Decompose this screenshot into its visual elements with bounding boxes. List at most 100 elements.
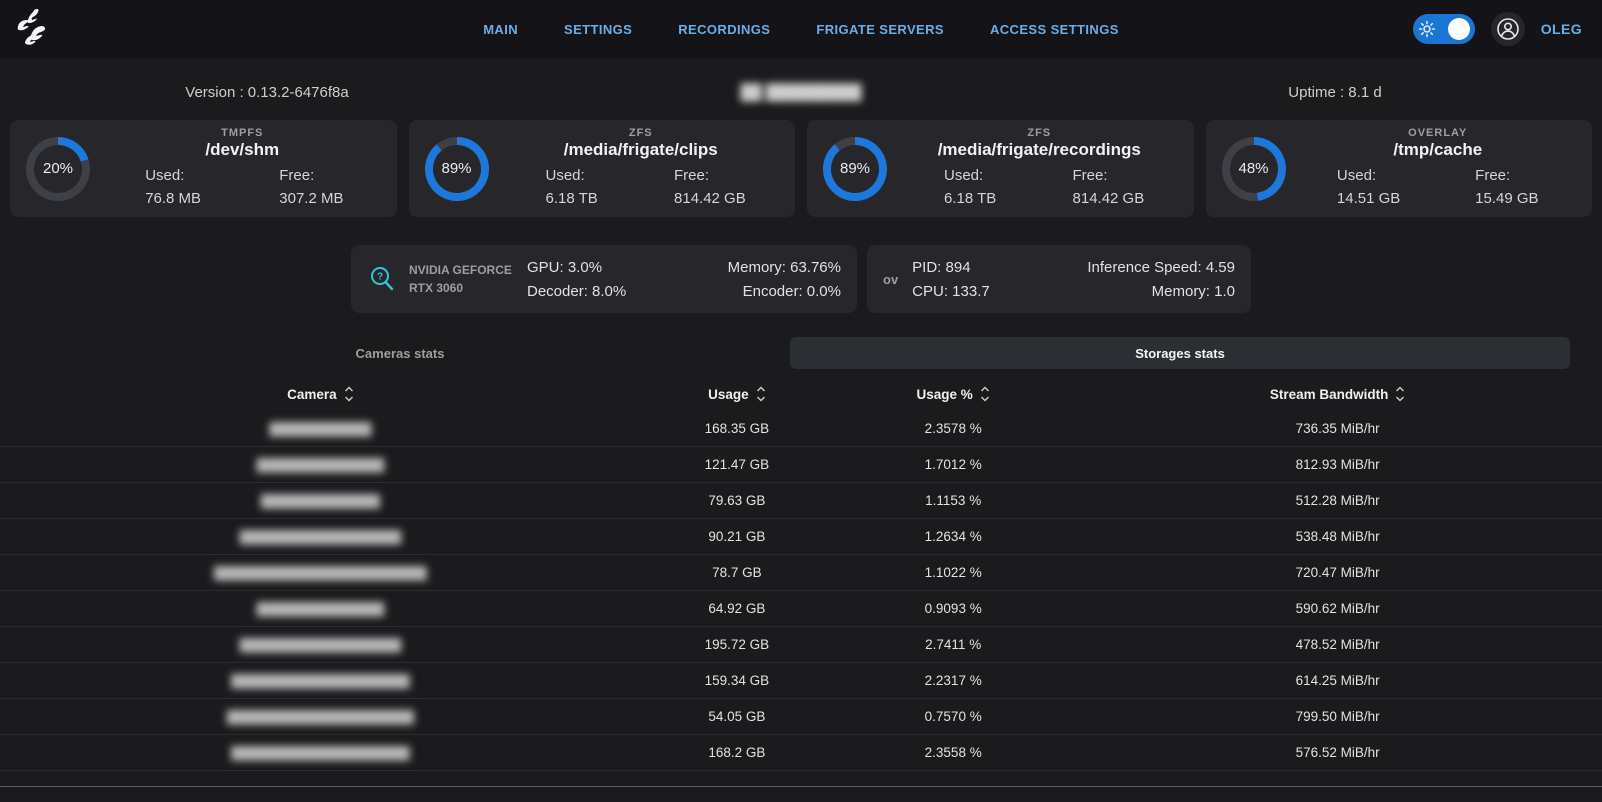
cell-name: ████████████ <box>0 422 641 436</box>
table-row: ███████████████████90.21 GB1.2634 %538.4… <box>0 519 1602 555</box>
fs-type-label: TMPFS <box>104 127 381 139</box>
tab-storages-stats[interactable]: Storages stats <box>790 337 1570 369</box>
used-stat: Used:6.18 TB <box>944 164 996 211</box>
gpu-encoder: Encoder: 0.0% <box>728 283 841 300</box>
cell-usage-percent: 2.7411 % <box>833 637 1073 652</box>
cell-bandwidth: 590.62 MiB/hr <box>1073 601 1602 616</box>
info-row: Version : 0.13.2-6476f8a ██ █████████ Up… <box>0 72 1602 112</box>
table-row: █████████████████████████78.7 GB1.1022 %… <box>0 555 1602 591</box>
detector-cpu: CPU: 133.7 <box>912 283 990 300</box>
detector-pid: PID: 894 <box>912 259 990 276</box>
cell-name: ██████████████ <box>0 494 641 508</box>
sort-icon <box>344 385 354 403</box>
server-name: ██ █████████ <box>534 84 1068 101</box>
toggle-knob <box>1448 18 1470 40</box>
mount-path: /media/frigate/clips <box>503 140 780 160</box>
table-row: █████████████████████168.2 GB2.3558 %576… <box>0 735 1602 771</box>
person-icon <box>1495 16 1521 42</box>
cell-name: ███████████████ <box>0 602 641 616</box>
cell-name: ███████████████████ <box>0 530 641 544</box>
cell-usage-percent: 2.3578 % <box>833 421 1073 436</box>
cell-usage: 79.63 GB <box>641 493 833 508</box>
free-stat: Free:814.42 GB <box>1073 164 1145 211</box>
gpu-name: NVIDIA GEFORCERTX 3060 <box>409 261 527 297</box>
cell-bandwidth: 799.50 MiB/hr <box>1073 709 1602 724</box>
free-stat: Free:814.42 GB <box>674 164 746 211</box>
cell-usage-percent: 2.2317 % <box>833 673 1073 688</box>
detector-stats-left: PID: 894 CPU: 133.7 <box>912 259 990 300</box>
cell-bandwidth: 512.28 MiB/hr <box>1073 493 1602 508</box>
cell-usage: 54.05 GB <box>641 709 833 724</box>
cell-bandwidth: 614.25 MiB/hr <box>1073 673 1602 688</box>
table-row: █████████████████████159.34 GB2.2317 %61… <box>0 663 1602 699</box>
storage-cards-row: 20% TMPFS /dev/shm Used:76.8 MB Free:307… <box>10 120 1592 217</box>
top-navbar: MAIN SETTINGS RECORDINGS FRIGATE SERVERS… <box>0 0 1602 58</box>
frigate-logo-icon[interactable] <box>14 8 58 50</box>
nav-item-settings[interactable]: SETTINGS <box>564 22 632 37</box>
stats-tabs: Cameras stats Storages stats <box>10 337 1570 369</box>
detector-memory: Memory: 1.0 <box>1087 283 1235 300</box>
cell-usage-percent: 2.3558 % <box>833 745 1073 760</box>
gpu-search-icon: ? <box>367 264 397 294</box>
cell-name: ███████████████ <box>0 458 641 472</box>
cell-usage-percent: 0.9093 % <box>833 601 1073 616</box>
storage-donut-chart: 89% <box>425 137 489 201</box>
nav-item-frigate-servers[interactable]: FRIGATE SERVERS <box>816 22 944 37</box>
nav-item-main[interactable]: MAIN <box>483 22 518 37</box>
version-label: Version : 0.13.2-6476f8a <box>0 84 534 101</box>
cell-bandwidth: 538.48 MiB/hr <box>1073 529 1602 544</box>
used-stat: Used:14.51 GB <box>1337 164 1400 211</box>
table-body: ████████████168.35 GB2.3578 %736.35 MiB/… <box>0 411 1602 771</box>
donut-percent-label: 20% <box>34 145 82 193</box>
used-stat: Used:76.8 MB <box>145 164 201 211</box>
free-stat: Free:15.49 GB <box>1475 164 1538 211</box>
tab-cameras-stats[interactable]: Cameras stats <box>10 337 790 369</box>
sort-icon <box>980 385 990 403</box>
cell-name: █████████████████████ <box>0 674 641 688</box>
storage-donut-chart: 48% <box>1222 137 1286 201</box>
mount-path: /tmp/cache <box>1300 140 1577 160</box>
cell-name: █████████████████████ <box>0 746 641 760</box>
storage-card-cache: 48% OVERLAY /tmp/cache Used:14.51 GB Fre… <box>1206 120 1593 217</box>
table-row: ████████████168.35 GB2.3578 %736.35 MiB/… <box>0 411 1602 447</box>
fs-type-label: ZFS <box>901 127 1178 139</box>
user-avatar[interactable] <box>1491 12 1525 46</box>
cell-bandwidth: 478.52 MiB/hr <box>1073 637 1602 652</box>
storage-donut-chart: 89% <box>823 137 887 201</box>
donut-percent-label: 89% <box>433 145 481 193</box>
cell-usage: 121.47 GB <box>641 457 833 472</box>
nav-item-recordings[interactable]: RECORDINGS <box>678 22 770 37</box>
cell-usage: 159.34 GB <box>641 673 833 688</box>
sort-icon <box>756 385 766 403</box>
cell-usage: 64.92 GB <box>641 601 833 616</box>
gpu-card: ? NVIDIA GEFORCERTX 3060 GPU: 3.0% Decod… <box>351 245 857 313</box>
cell-usage: 168.2 GB <box>641 745 833 760</box>
gpu-decoder: Decoder: 8.0% <box>527 283 626 300</box>
column-header-stream-bandwidth[interactable]: Stream Bandwidth <box>1073 385 1602 403</box>
storage-card-tmpfs: 20% TMPFS /dev/shm Used:76.8 MB Free:307… <box>10 120 397 217</box>
column-header-usage-percent[interactable]: Usage % <box>833 385 1073 403</box>
sun-icon <box>1418 20 1436 38</box>
gpu-usage: GPU: 3.0% <box>527 259 626 276</box>
cell-usage-percent: 1.1153 % <box>833 493 1073 508</box>
nav-item-access-settings[interactable]: ACCESS SETTINGS <box>990 22 1119 37</box>
storage-donut-chart: 20% <box>26 137 90 201</box>
detector-inference-speed: Inference Speed: 4.59 <box>1087 259 1235 276</box>
gpu-stats-left: GPU: 3.0% Decoder: 8.0% <box>527 259 626 300</box>
storage-stats-table: Camera Usage Usage % Stream Bandwidth <box>0 377 1602 787</box>
detector-name: ov <box>883 272 898 287</box>
username-label[interactable]: OLEG <box>1541 21 1582 37</box>
cell-name: ███████████████████ <box>0 638 641 652</box>
sort-icon <box>1395 385 1405 403</box>
column-header-usage[interactable]: Usage <box>641 385 833 403</box>
table-header: Camera Usage Usage % Stream Bandwidth <box>0 377 1602 411</box>
storage-card-recordings: 89% ZFS /media/frigate/recordings Used:6… <box>807 120 1194 217</box>
theme-toggle[interactable] <box>1413 14 1475 44</box>
fs-type-label: OVERLAY <box>1300 127 1577 139</box>
table-row: ██████████████████████54.05 GB0.7570 %79… <box>0 699 1602 735</box>
main-navigation: MAIN SETTINGS RECORDINGS FRIGATE SERVERS… <box>0 22 1602 37</box>
gpu-stats-right: Memory: 63.76% Encoder: 0.0% <box>728 259 841 300</box>
used-stat: Used:6.18 TB <box>545 164 597 211</box>
column-header-camera[interactable]: Camera <box>0 385 641 403</box>
fs-type-label: ZFS <box>503 127 780 139</box>
